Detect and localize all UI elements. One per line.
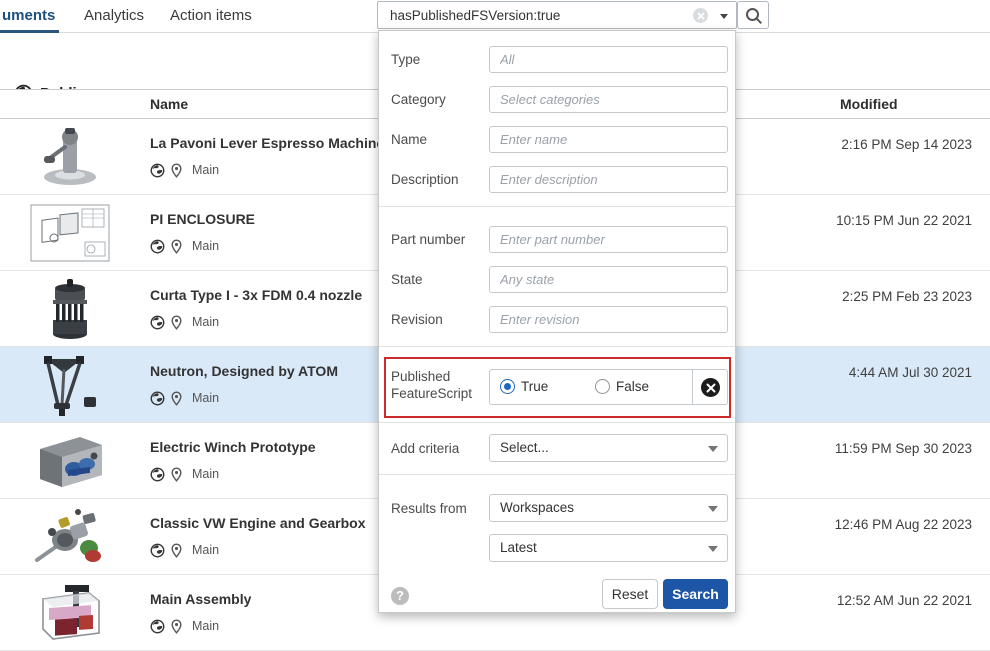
add-criteria-select[interactable]: Select... (489, 434, 728, 462)
modified-date: 12:46 PM Aug 22 2023 (835, 517, 972, 532)
field-label-results-from: Results from (391, 501, 467, 516)
description-input[interactable] (489, 166, 728, 193)
field-label-description: Description (391, 172, 459, 187)
branch-name: Main (192, 543, 219, 557)
branch-pin-icon (171, 315, 182, 330)
modified-date: 10:15 PM Jun 22 2021 (836, 213, 972, 228)
radio-false[interactable]: False (595, 379, 649, 394)
published-featurescript-group: True False (489, 369, 728, 405)
radio-false-circle (595, 379, 610, 394)
document-name: Neutron, Designed by ATOM (150, 363, 338, 379)
remove-criteria-icon[interactable] (701, 378, 720, 397)
field-label-revision: Revision (391, 312, 443, 327)
advanced-search-panel: Type Category Name Description Part numb… (378, 30, 736, 613)
field-label-published-featurescript: Published FeatureScript (391, 368, 483, 402)
caret-down-icon (708, 446, 718, 452)
tab-action-items[interactable]: Action items (170, 0, 252, 33)
globe-icon (150, 163, 165, 178)
globe-icon (150, 315, 165, 330)
branch-pin-icon (171, 391, 182, 406)
document-name: PI ENCLOSURE (150, 211, 255, 227)
tab-analytics[interactable]: Analytics (84, 0, 144, 33)
section-divider (379, 474, 735, 475)
name-input[interactable] (489, 126, 728, 153)
tab-documents[interactable]: uments (2, 0, 55, 33)
modified-date: 12:52 AM Jun 22 2021 (837, 593, 972, 608)
add-criteria-value: Select... (500, 440, 549, 455)
document-name: La Pavoni Lever Espresso Machines (150, 135, 392, 151)
thumbnail-technical-drawing (25, 201, 115, 265)
help-icon[interactable]: ? (391, 587, 409, 605)
category-input[interactable] (489, 86, 728, 113)
revision-input[interactable] (489, 306, 728, 333)
globe-icon (150, 239, 165, 254)
caret-down-icon (708, 546, 718, 552)
radio-true[interactable]: True (500, 379, 548, 394)
section-divider (379, 346, 735, 347)
thumbnail-curta-calculator (25, 277, 115, 341)
results-scope-value: Workspaces (500, 500, 574, 515)
branch-name: Main (192, 239, 219, 253)
state-input[interactable] (489, 266, 728, 293)
branch-name: Main (192, 467, 219, 481)
section-divider (379, 422, 735, 423)
modified-date: 11:59 PM Sep 30 2023 (835, 441, 972, 456)
group-separator (692, 370, 693, 404)
document-name: Curta Type I - 3x FDM 0.4 nozzle (150, 287, 362, 303)
branch-name: Main (192, 619, 219, 633)
branch-pin-icon (171, 619, 182, 634)
reset-button[interactable]: Reset (602, 579, 658, 609)
globe-icon (150, 619, 165, 634)
branch-pin-icon (171, 239, 182, 254)
search-input[interactable] (378, 2, 736, 28)
branch-pin-icon (171, 163, 182, 178)
document-name: Classic VW Engine and Gearbox (150, 515, 366, 531)
document-name: Main Assembly (150, 591, 251, 607)
branch-name: Main (192, 163, 219, 177)
modified-date: 4:44 AM Jul 30 2021 (849, 365, 972, 380)
results-version-value: Latest (500, 540, 537, 555)
column-header-name[interactable]: Name (150, 96, 188, 112)
field-label-state: State (391, 272, 423, 287)
field-label-category: Category (391, 92, 446, 107)
thumbnail-engine-gearbox (25, 505, 115, 569)
results-scope-select[interactable]: Workspaces (489, 494, 728, 522)
globe-icon (150, 467, 165, 482)
tab-action-items-label: Action items (170, 7, 252, 24)
search-button[interactable] (737, 1, 769, 29)
thumbnail-delta-robot (25, 353, 115, 417)
branch-name: Main (192, 391, 219, 405)
part-number-input[interactable] (489, 226, 728, 253)
modified-date: 2:25 PM Feb 23 2023 (842, 289, 972, 304)
radio-true-label: True (521, 379, 548, 394)
thumbnail-winch (25, 429, 115, 493)
document-name: Electric Winch Prototype (150, 439, 316, 455)
field-label-add-criteria: Add criteria (391, 441, 459, 456)
modified-date: 2:16 PM Sep 14 2023 (841, 137, 972, 152)
thumbnail-assembly (25, 581, 115, 645)
thumbnail-espresso-machine (25, 125, 115, 189)
field-label-part-number: Part number (391, 232, 465, 247)
branch-pin-icon (171, 467, 182, 482)
branch-name: Main (192, 315, 219, 329)
caret-down-icon (708, 506, 718, 512)
search-icon (745, 7, 763, 25)
radio-true-circle (500, 379, 515, 394)
tab-analytics-label: Analytics (84, 7, 144, 24)
field-label-name: Name (391, 132, 427, 147)
clear-search-icon[interactable] (693, 8, 708, 23)
globe-icon (150, 543, 165, 558)
type-input[interactable] (489, 46, 728, 73)
search-dropdown-caret-icon[interactable] (720, 14, 728, 19)
branch-pin-icon (171, 543, 182, 558)
radio-false-label: False (616, 379, 649, 394)
globe-icon (150, 391, 165, 406)
tab-documents-label: uments (2, 7, 55, 24)
field-label-type: Type (391, 52, 420, 67)
search-box (377, 1, 737, 29)
panel-search-button[interactable]: Search (663, 579, 728, 609)
results-version-select[interactable]: Latest (489, 534, 728, 562)
section-divider (379, 206, 735, 207)
column-header-modified[interactable]: Modified (840, 96, 898, 112)
